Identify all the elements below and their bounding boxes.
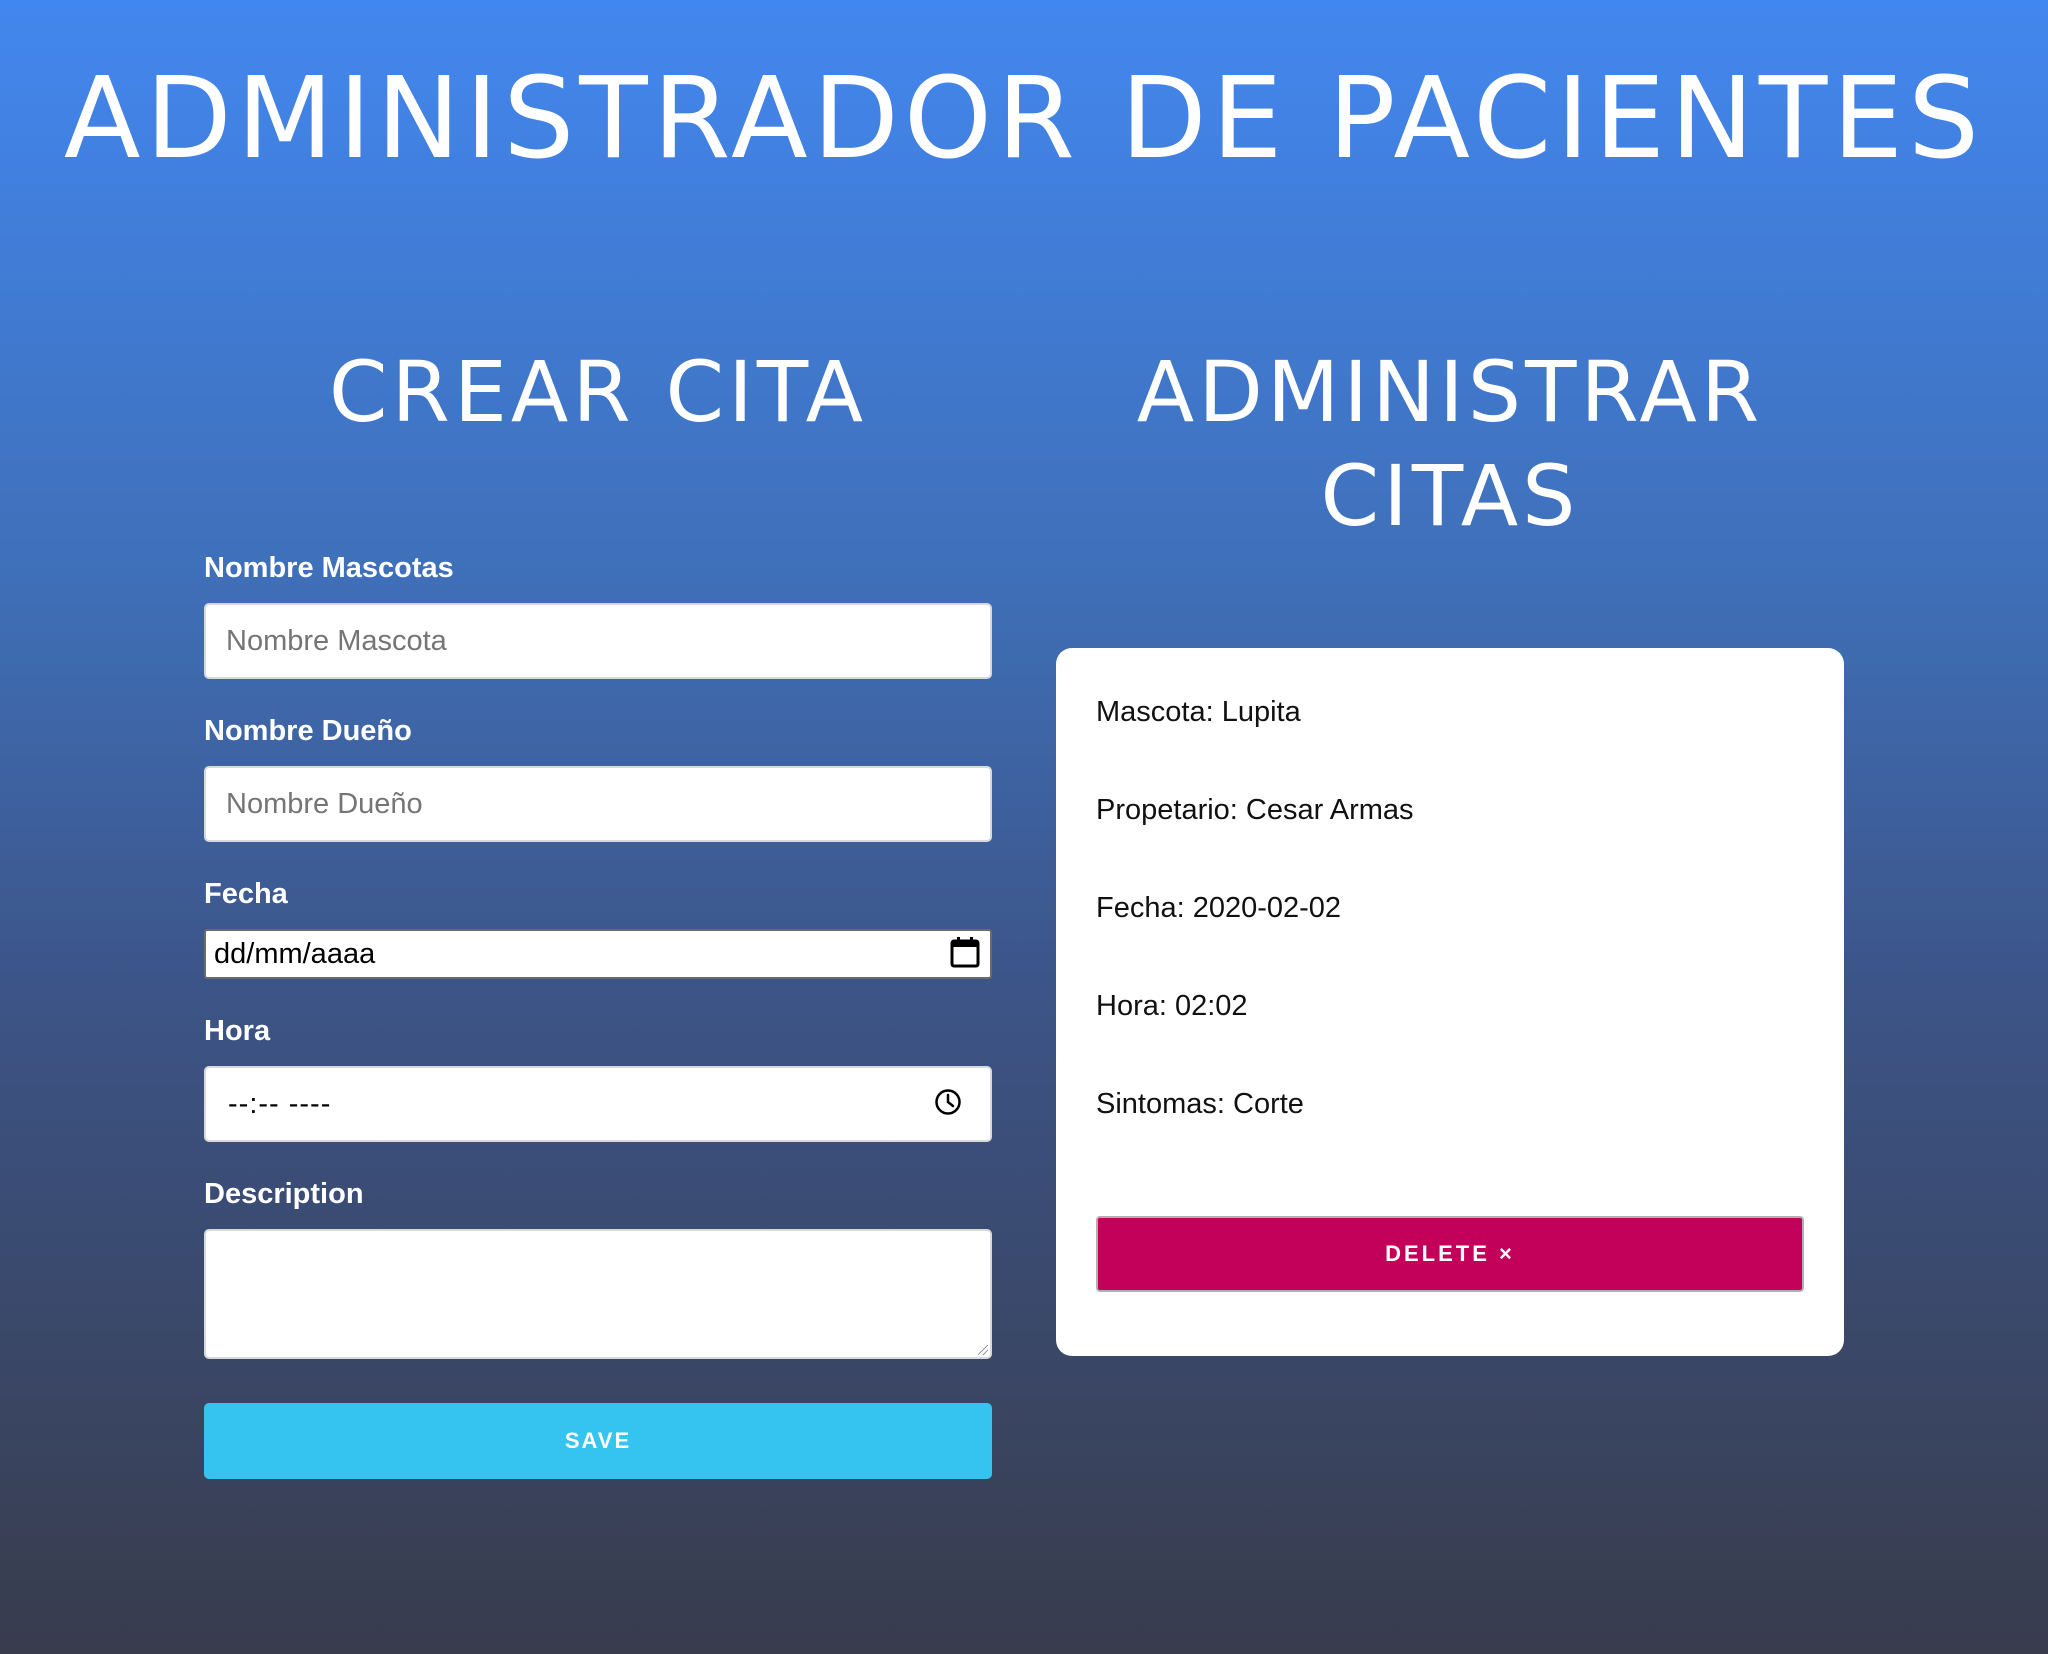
appointment-pet: Mascota: Lupita bbox=[1096, 696, 1301, 728]
calendar-icon[interactable] bbox=[950, 936, 980, 973]
time-label: Hora bbox=[204, 1015, 271, 1047]
create-appointment-section: CREAR CITA Nombre Mascotas Nombre Dueño … bbox=[204, 340, 992, 1479]
date-input-value: dd/mm/aaaa bbox=[214, 937, 376, 970]
appointment-owner: Propetario: Cesar Armas bbox=[1096, 794, 1414, 826]
create-appointment-title: CREAR CITA bbox=[328, 343, 868, 441]
appointment-date: Fecha: 2020-02-02 bbox=[1096, 892, 1342, 924]
appointment-time: Hora: 02:02 bbox=[1096, 990, 1248, 1022]
page-title: ADMINISTRADOR DE PACIENTES bbox=[63, 54, 1985, 184]
clock-icon[interactable] bbox=[934, 1088, 962, 1121]
pet-name-input[interactable] bbox=[204, 603, 992, 679]
appointment-symptoms: Sintomas: Corte bbox=[1096, 1088, 1304, 1120]
date-input[interactable]: dd/mm/aaaa bbox=[204, 929, 992, 979]
delete-button[interactable]: DELETE × bbox=[1096, 1216, 1804, 1292]
description-textarea[interactable] bbox=[204, 1229, 992, 1359]
time-input[interactable]: --:-- ---- bbox=[204, 1066, 992, 1142]
manage-title-line1: ADMINISTRAR bbox=[1136, 343, 1764, 441]
manage-title-line2: CITAS bbox=[1320, 447, 1580, 545]
save-button[interactable]: SAVE bbox=[204, 1403, 992, 1479]
time-input-value: --:-- ---- bbox=[228, 1087, 332, 1120]
owner-name-input[interactable] bbox=[204, 766, 992, 842]
resize-grip-icon[interactable] bbox=[978, 1345, 988, 1355]
date-label: Fecha bbox=[204, 878, 288, 910]
manage-appointments-section: ADMINISTRAR CITAS Mascota: Lupita Propet… bbox=[1056, 340, 1844, 1356]
appointment-card: Mascota: Lupita Propetario: Cesar Armas … bbox=[1056, 648, 1844, 1356]
appointment-form: Nombre Mascotas Nombre Dueño Fecha dd/mm… bbox=[204, 552, 992, 1479]
description-label: Description bbox=[204, 1178, 364, 1210]
owner-name-label: Nombre Dueño bbox=[204, 715, 412, 747]
pet-name-label: Nombre Mascotas bbox=[204, 552, 454, 584]
manage-appointments-title: ADMINISTRAR CITAS bbox=[1056, 340, 1844, 548]
